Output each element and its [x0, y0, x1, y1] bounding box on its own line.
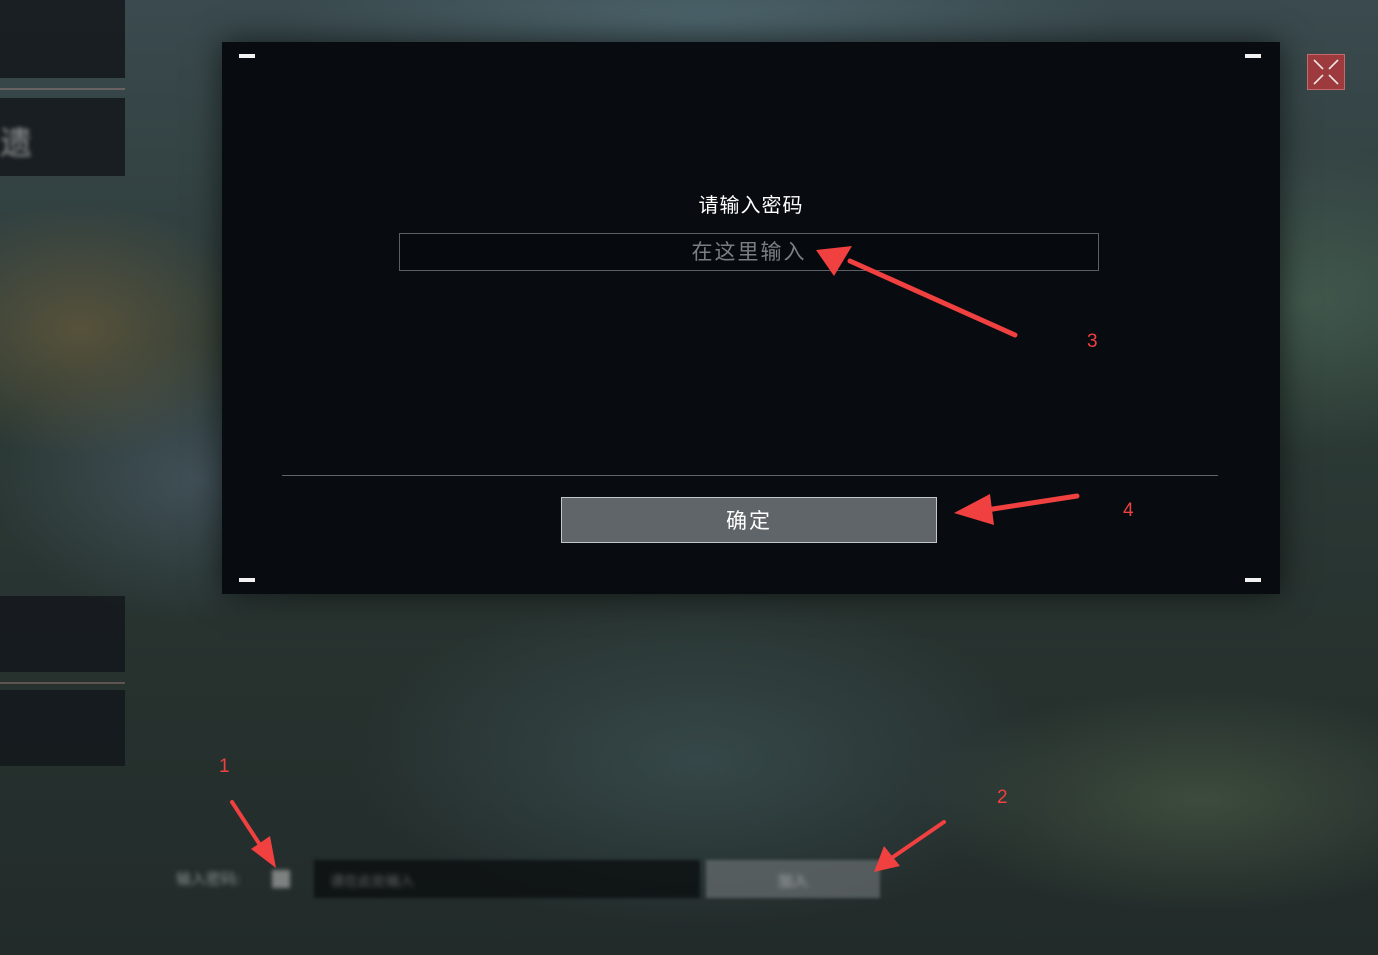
side-divider	[0, 682, 125, 684]
corner-mark	[1245, 54, 1261, 58]
side-divider	[0, 88, 125, 90]
corner-mark	[239, 54, 255, 58]
side-menu-item	[0, 596, 125, 672]
dialog-title: 请输入密码	[698, 193, 804, 217]
divider	[282, 475, 1218, 476]
close-x-icon	[1313, 59, 1339, 85]
side-menu-label: 遗	[0, 124, 33, 162]
room-password-input[interactable]: 请在此处输入	[314, 860, 700, 898]
room-join-label: 加入	[777, 872, 808, 890]
room-password-checkbox[interactable]	[272, 870, 290, 888]
close-button[interactable]	[1307, 54, 1345, 90]
annotation-label-4: 4	[1123, 500, 1134, 521]
corner-mark	[239, 578, 255, 582]
annotation-label-3: 3	[1087, 331, 1098, 352]
side-menu-item	[0, 690, 125, 766]
password-input[interactable]	[399, 233, 1099, 271]
corner-mark	[1245, 578, 1261, 582]
confirm-button[interactable]: 确定	[561, 497, 937, 543]
side-menu-item	[0, 0, 125, 78]
annotation-label-2: 2	[997, 787, 1008, 808]
annotation-label-1: 1	[219, 756, 230, 777]
password-dialog: 请输入密码 确定	[222, 42, 1280, 594]
room-password-placeholder: 请在此处输入	[330, 874, 414, 890]
room-join-button[interactable]: 加入	[706, 860, 880, 898]
room-password-label: 输入密码:	[176, 870, 242, 888]
